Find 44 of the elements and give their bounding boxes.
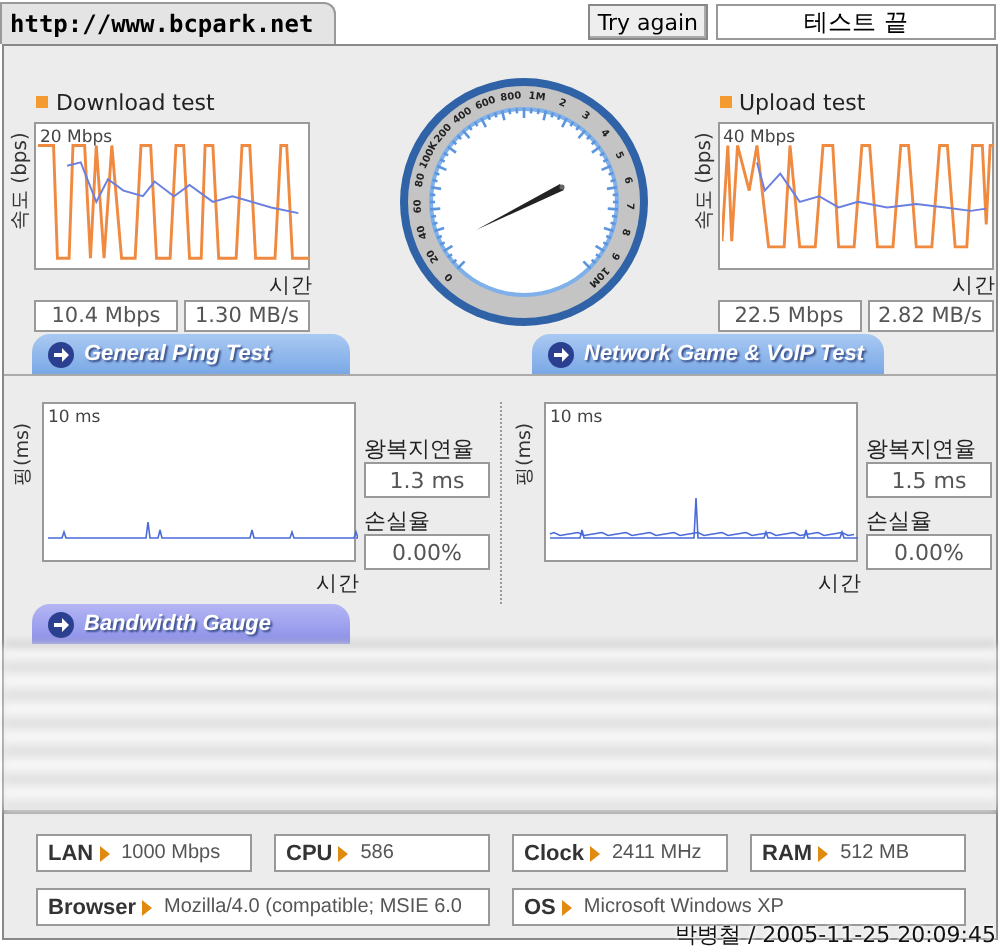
bitrate-field: 10.4 Mbps [34, 300, 178, 332]
latency-field: 1.5 ms [866, 462, 992, 498]
scale-label: 40 Mbps [723, 128, 796, 148]
latency-label: 왕복지연율 [364, 434, 476, 462]
axis-label: 시간 [269, 272, 313, 300]
arrow-circle-icon [48, 611, 74, 637]
system-info-item: Browser Mozilla/4.0 (compatible; MSIE 6.0 [36, 888, 490, 926]
byterate-field: 1.30 MB/s [184, 300, 310, 332]
panel-title: Upload test [739, 89, 866, 115]
loss-label: 손실율 [364, 506, 432, 534]
try-again-button[interactable]: Try again [587, 4, 708, 40]
panel-title: Download test [56, 89, 215, 115]
axis-label: 속도 (bps) [8, 131, 30, 235]
axis-label: 속도 (bps) [691, 131, 713, 235]
loss-field: 0.00% [364, 534, 490, 570]
system-info-item: RAM 512 MB [750, 834, 966, 872]
signature-label: 박병철 / 2005-11-25 20:09:45 [674, 920, 996, 950]
system-info-item: CPU 586 [274, 834, 490, 872]
scale-label: 10 ms [48, 408, 101, 428]
system-info-item: Clock 2411 MHz [512, 834, 728, 872]
latency-label: 왕복지연율 [866, 434, 978, 462]
loss-field: 0.00% [866, 534, 992, 570]
loss-label: 손실율 [866, 506, 934, 534]
axis-label: 핑(ms) [512, 420, 536, 486]
section-tab[interactable]: Network Game & VoIP Test [532, 334, 884, 374]
axis-label: 핑(ms) [10, 420, 34, 486]
arrow-circle-icon [48, 341, 74, 367]
bullet-icon [36, 96, 48, 108]
bitrate-field: 22.5 Mbps [717, 300, 861, 332]
scale-label: 20 Mbps [40, 128, 113, 148]
section-tab[interactable]: Bandwidth Gauge [32, 604, 350, 644]
axis-label: 시간 [816, 570, 862, 598]
latency-field: 1.3 ms [364, 462, 490, 498]
section-tab[interactable]: General Ping Test [32, 334, 350, 374]
site-tab[interactable]: http://www.bcpark.net [0, 2, 336, 44]
axis-label: 시간 [952, 272, 996, 300]
byterate-field: 2.82 MB/s [867, 300, 993, 332]
system-info-item: OS Microsoft Windows XP [512, 888, 966, 926]
scale-label: 10 ms [550, 408, 603, 428]
arrow-circle-icon [548, 341, 574, 367]
axis-label: 시간 [314, 570, 360, 598]
system-info-item: LAN 1000 Mbps [36, 834, 252, 872]
status-field: 테스트 끝 [716, 4, 996, 40]
bullet-icon [719, 96, 731, 108]
